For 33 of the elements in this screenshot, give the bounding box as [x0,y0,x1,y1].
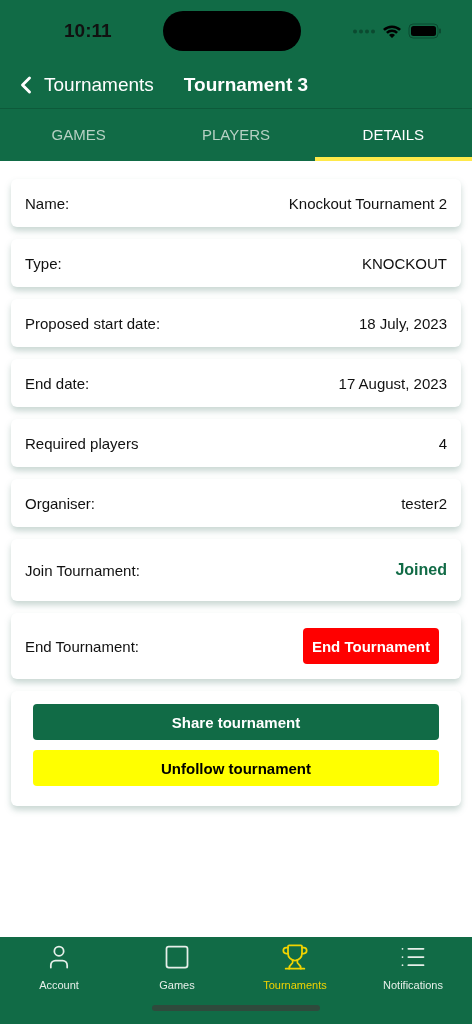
detail-value: Knockout Tournament 2 [288,194,447,212]
detail-label: Organiser: [25,494,96,512]
signal-icon [352,28,376,34]
detail-label: Required players [25,434,139,452]
bottom-tab[interactable]: Games [118,937,236,992]
square-icon [163,943,191,971]
tab[interactable]: GAMES [0,109,158,161]
detail-label: End Tournament: [25,637,139,655]
bottom-tab[interactable]: Notifications [354,937,472,992]
share-button[interactable]: Share tournament [33,704,439,740]
detail-label: Name: [25,194,70,212]
detail-value: 17 August, 2023 [338,374,447,392]
bottom-tab[interactable]: Tournaments [236,937,354,992]
tab[interactable]: PLAYERS [157,109,315,161]
detail-value: tester2 [401,494,447,512]
join-status: Joined [395,561,447,579]
detail-label: Proposed start date: [25,314,161,332]
detail-value: 4 [438,434,447,452]
detail-value: 18 July, 2023 [358,314,447,332]
tab[interactable]: DETAILS [314,109,472,161]
unfollow-button[interactable]: Unfollow tournament [33,750,439,786]
detail-value: KNOCKOUT [362,254,447,272]
detail-label: End date: [25,374,90,392]
detail-label: Join Tournament: [25,561,140,579]
end-tournament-button[interactable]: End Tournament [302,628,439,664]
battery-icon [408,23,442,39]
bottom-tab[interactable]: Account [0,937,118,992]
status-time: 10:11 [64,20,112,42]
back-button[interactable]: Tournaments [12,71,154,99]
wifi-icon [382,23,402,39]
screen-title: Tournament 3 [183,74,309,96]
detail-label: Type: [25,254,62,272]
trophy-icon [281,943,309,971]
